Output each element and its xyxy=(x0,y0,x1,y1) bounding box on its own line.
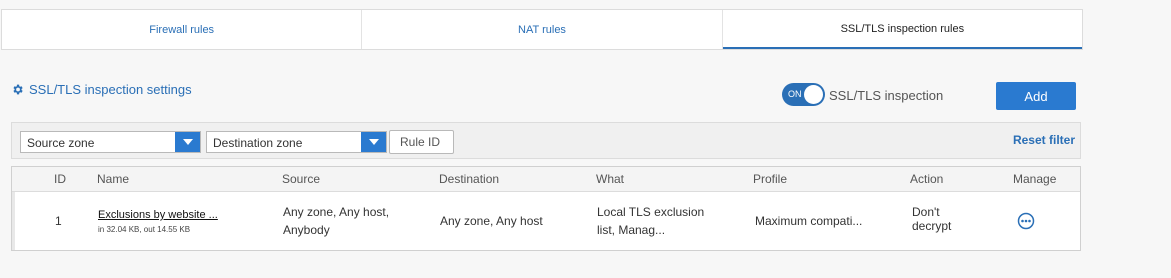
column-header-destination: Destination xyxy=(439,172,500,186)
rule-action-line1: Don't xyxy=(912,205,940,219)
rule-what: Local TLS exclusion list, Manag... xyxy=(597,203,704,239)
table-header: ID Name Source Destination What Profile … xyxy=(12,167,1080,192)
column-header-profile: Profile xyxy=(753,172,788,186)
rule-source-line1: Any zone, Any host, xyxy=(283,205,390,219)
destination-zone-value: Destination zone xyxy=(213,136,303,150)
rule-what-line2: list, Manag... xyxy=(597,223,666,237)
column-header-id: ID xyxy=(54,172,66,186)
toggle-knob xyxy=(804,85,823,104)
rule-destination: Any zone, Any host xyxy=(440,214,543,228)
tab-ssl-tls-inspection-rules[interactable]: SSL/TLS inspection rules xyxy=(722,10,1082,49)
column-header-manage: Manage xyxy=(1013,172,1057,186)
table-row[interactable]: 1 Exclusions by website ... in 32.04 KB,… xyxy=(12,192,1080,250)
rule-tabs: Firewall rules NAT rules SSL/TLS inspect… xyxy=(1,9,1083,50)
ssl-tls-settings-link[interactable]: SSL/TLS inspection settings xyxy=(11,82,192,97)
destination-zone-select[interactable]: Destination zone xyxy=(206,131,387,153)
rule-id: 1 xyxy=(55,214,62,228)
rule-id-input[interactable] xyxy=(389,130,454,154)
ssl-tls-inspection-toggle[interactable]: ON xyxy=(782,83,825,106)
reset-filter-link[interactable]: Reset filter xyxy=(1013,133,1075,147)
rule-source-line2: Anybody xyxy=(283,223,330,237)
add-button[interactable]: Add xyxy=(996,82,1076,110)
rule-profile: Maximum compati... xyxy=(755,214,863,228)
column-header-what: What xyxy=(596,172,625,186)
chevron-down-icon[interactable] xyxy=(361,132,386,152)
source-zone-select[interactable]: Source zone xyxy=(20,131,201,153)
more-options-icon[interactable] xyxy=(1017,212,1035,230)
rule-what-line1: Local TLS exclusion xyxy=(597,205,705,219)
rule-name-link[interactable]: Exclusions by website ... xyxy=(98,206,218,224)
rule-action: Don't decrypt xyxy=(912,205,951,233)
chevron-down-icon[interactable] xyxy=(175,132,200,152)
tab-nat-rules[interactable]: NAT rules xyxy=(362,10,723,49)
toggle-state-label: ON xyxy=(788,89,802,99)
settings-link-label: SSL/TLS inspection settings xyxy=(29,82,192,97)
column-header-action: Action xyxy=(910,172,944,186)
tab-firewall-rules[interactable]: Firewall rules xyxy=(2,10,363,49)
column-header-name: Name xyxy=(97,172,130,186)
toggle-label: SSL/TLS inspection xyxy=(829,88,944,103)
rules-table: ID Name Source Destination What Profile … xyxy=(11,166,1081,251)
filter-bar: Source zone Destination zone Reset filte… xyxy=(11,122,1081,159)
source-zone-value: Source zone xyxy=(27,136,95,150)
rule-source: Any zone, Any host, Anybody xyxy=(283,203,389,239)
rule-action-line2: decrypt xyxy=(912,219,952,233)
column-header-source: Source xyxy=(282,172,321,186)
rule-name-cell: Exclusions by website ... in 32.04 KB, o… xyxy=(98,206,218,236)
rule-traffic: in 32.04 KB, out 14.55 KB xyxy=(98,225,191,234)
gear-icon xyxy=(13,84,23,95)
